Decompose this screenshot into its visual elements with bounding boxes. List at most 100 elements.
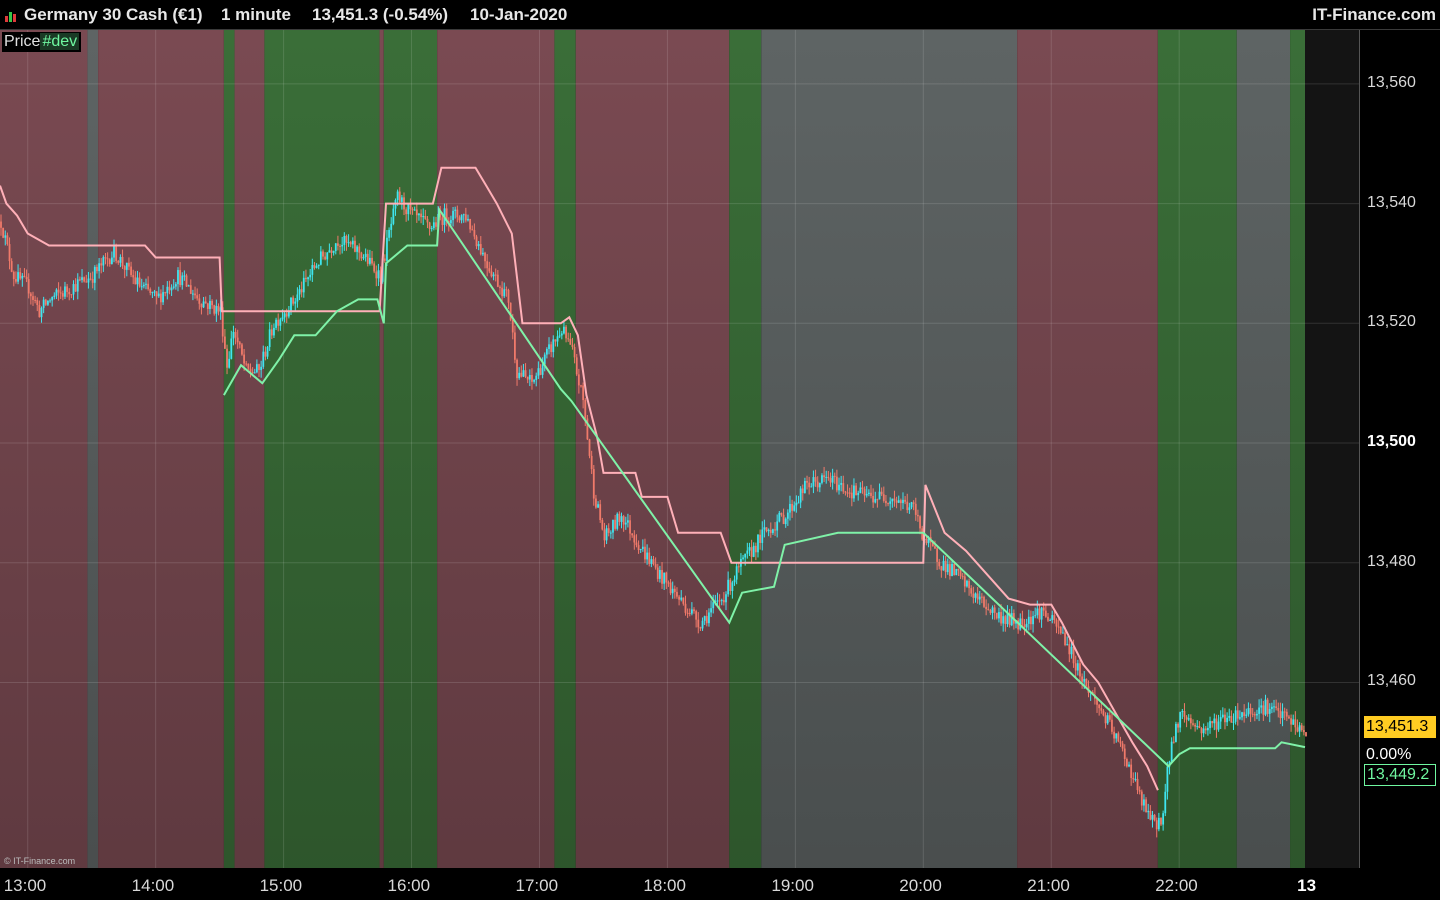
bear-candle-body [961,576,964,578]
bull-candle-body [646,552,649,560]
bear-candle-body [1044,610,1047,617]
bear-candle-body [1138,790,1141,792]
bear-candle-body [247,363,250,369]
bull-candle-body [347,242,350,244]
bull-candle-body [518,372,521,379]
bull-candle-body [541,364,544,375]
bear-candle-body [337,243,339,246]
bear-candle-body [383,258,386,261]
zone-red [1017,30,1158,868]
bull-candle-body [556,336,559,342]
candlestick-chart[interactable] [0,30,1360,868]
bull-candle-body [533,379,535,382]
bull-candle-body [548,344,550,349]
bear-candle-body [1140,791,1143,806]
x-tick-label: 21:00 [1027,876,1070,895]
bear-candle-body [682,597,685,604]
bull-candle-body [955,568,958,576]
bear-candle-body [652,559,655,565]
bar-chart-icon [5,12,16,22]
bull-candle-body [1245,714,1248,716]
bull-candle-body [867,492,870,494]
bear-candle-body [887,503,889,505]
bear-candle-body [358,246,361,253]
bull-candle-body [720,600,723,602]
bear-candle-body [411,209,414,211]
price-change-label: 13,451.3 (-0.54%) [312,5,449,24]
bear-candle-body [1004,616,1007,625]
bear-candle-body [1121,743,1124,749]
bear-candle-body [917,514,919,517]
chart-header: Germany 30 Cash (€1) 1 minute 13,451.3 (… [0,0,1440,30]
bull-candle-body [166,286,169,294]
bull-candle-body [786,512,789,519]
bull-candle-body [1076,663,1079,671]
bear-candle-body [648,552,651,564]
bull-candle-body [136,277,139,285]
bull-candle-body [744,553,747,558]
bull-candle-body [821,475,823,483]
bull-candle-body [597,504,599,508]
plot-area[interactable] [0,30,1360,868]
bear-candle-body [1111,719,1113,732]
bull-candle-body [757,534,759,553]
bear-candle-body [654,564,657,568]
bear-candle-body [415,209,418,216]
bear-candle-body [96,267,98,272]
bull-candle-body [1207,727,1209,731]
bear-candle-body [940,566,943,571]
bear-candle-body [115,244,118,261]
bear-candle-body [104,257,107,259]
bull-candle-body [64,286,66,297]
bear-candle-body [520,372,523,377]
bear-candle-body [925,538,928,544]
x-tick-label: 13 [1297,876,1317,895]
bear-candle-body [705,616,708,624]
price-legend-label[interactable]: Price [4,33,40,50]
bear-candle-body [194,293,196,296]
bull-candle-body [418,213,420,216]
bull-candle-body [1209,721,1211,728]
bull-candle-body [172,286,175,288]
bull-candle-body [294,301,297,304]
dev-legend-label[interactable]: #dev [40,33,80,50]
bull-candle-body [746,550,749,554]
bear-candle-body [258,364,260,371]
bull-candle-body [351,240,354,245]
timeframe-label[interactable]: 1 minute [221,5,291,25]
bull-candle-body [230,338,233,359]
bull-candle-body [727,579,730,595]
bull-candle-body [275,319,277,328]
bear-candle-body [580,385,582,387]
bear-candle-body [200,303,203,308]
bear-candle-body [1183,711,1186,717]
bear-candle-body [1262,705,1265,715]
bear-candle-body [1296,727,1299,732]
bear-candle-body [1079,663,1081,677]
bull-candle-body [1151,814,1154,820]
bull-candle-body [319,251,322,265]
bull-candle-body [1264,699,1267,715]
x-tick-label: 20:00 [899,876,942,895]
bull-candle-body [262,351,265,367]
bull-candle-body [368,257,371,264]
bull-candle-body [47,300,49,305]
bear-candle-body [970,588,973,594]
bear-candle-body [234,331,237,338]
bear-candle-body [484,252,486,262]
bull-candle-body [748,547,751,551]
bull-candle-body [273,327,275,336]
bull-candle-body [388,229,390,238]
bear-candle-body [1149,810,1152,820]
bear-candle-body [1130,764,1133,779]
bear-candle-body [985,606,988,610]
bear-candle-body [322,251,324,257]
zone-green [264,30,380,868]
bear-candle-body [117,260,120,263]
bull-candle-body [1070,646,1073,655]
bear-candle-body [511,319,514,333]
bull-candle-body [386,237,388,261]
bear-candle-body [814,477,817,482]
bear-candle-body [833,475,836,477]
bear-candle-body [919,516,921,529]
